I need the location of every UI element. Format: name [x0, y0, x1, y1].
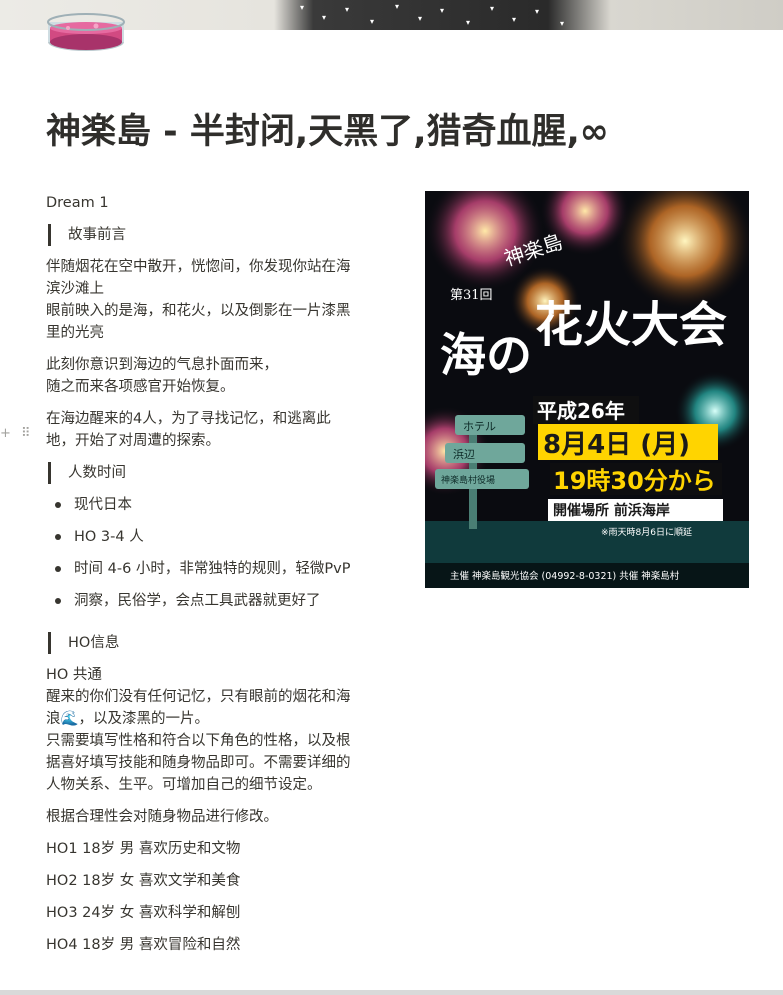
- ho-item[interactable]: HO1 18岁 男 喜欢历史和文物: [46, 838, 386, 860]
- cat-silhouette-icon: ▾: [300, 3, 305, 12]
- poster-time: 19時30分から: [553, 467, 716, 495]
- poster-edition: 第31回: [450, 288, 493, 303]
- story-paragraph-2[interactable]: 此刻你意识到海边的气息扑面而来， 随之而来各项感官开始恢复。: [46, 354, 386, 398]
- bullet-list: 现代日本 HO 3-4 人 时间 4-6 小时，非常独特的规则，轻微PvP 洞察…: [46, 494, 386, 622]
- story-paragraph-1[interactable]: 伴随烟花在空中散开，恍惚间，你发现你站在海 滨沙滩上 眼前映入的是海，和花火，以…: [46, 256, 386, 344]
- cat-silhouette-icon: ▾: [440, 6, 445, 15]
- poster-title-1: 海の: [440, 328, 532, 382]
- page-body: Dream 1 故事前言 伴随烟花在空中散开，恍惚间，你发现你站在海 滨沙滩上 …: [46, 192, 386, 966]
- intro-text[interactable]: Dream 1: [46, 192, 386, 214]
- section-heading-story[interactable]: 故事前言: [48, 224, 386, 246]
- cat-silhouette-icon: ▾: [322, 13, 327, 22]
- cat-silhouette-icon: ▾: [395, 2, 400, 11]
- poster-sign-3: 神楽島村役場: [441, 474, 495, 486]
- text-line: 人物关系、生平。可增加自己的细节设定。: [46, 777, 322, 793]
- text-line: 地，开始了对周遭的探索。: [46, 433, 220, 449]
- cat-silhouette-icon: ▾: [535, 7, 540, 16]
- story-paragraph-3[interactable]: 在海边醒来的4人，为了寻找记忆，和逃离此 地，开始了对周遭的探索。: [46, 408, 386, 452]
- text-line: 滨沙滩上: [46, 281, 104, 297]
- poster-venue: 開催場所 前浜海岸: [553, 502, 670, 519]
- drag-handle-icon[interactable]: + ⠿: [0, 424, 34, 444]
- festival-poster-image[interactable]: 第31回 神楽島 海の 花火大会 平成26年 8月4日 (月) 19時30分から…: [425, 191, 749, 588]
- cat-silhouette-icon: ▾: [490, 4, 495, 13]
- cat-silhouette-icon: ▾: [370, 17, 375, 26]
- page-title[interactable]: 神楽島 - 半封闭,天黑了,猎奇血腥,∞: [46, 110, 746, 154]
- cat-silhouette-icon: ▾: [418, 14, 423, 23]
- section-heading-ho[interactable]: HO信息: [48, 632, 386, 654]
- cat-silhouette-icon: ▾: [560, 19, 565, 28]
- text-line: 眼前映入的是海，和花火，以及倒影在一片漆黑: [46, 303, 351, 319]
- cat-silhouette-icon: ▾: [345, 5, 350, 14]
- list-item[interactable]: 洞察，民俗学，会点工具武器就更好了: [46, 590, 386, 622]
- poster-sign-1: ホテル: [463, 420, 496, 433]
- ho-item[interactable]: HO3 24岁 女 喜欢科学和解刨: [46, 902, 386, 924]
- text-line: HO 共通: [46, 667, 102, 683]
- poster-title-2: 花火大会: [535, 297, 727, 353]
- section-heading-players[interactable]: 人数时间: [48, 462, 386, 484]
- ho-item[interactable]: HO4 18岁 男 喜欢冒险和自然: [46, 934, 386, 956]
- poster-sponsor: 主催 神楽島観光協会 (04992-8-0321) 共催 神楽島村: [450, 570, 680, 582]
- window-bottom-edge: [0, 990, 783, 995]
- cat-silhouette-icon: ▾: [466, 18, 471, 27]
- ho-note[interactable]: 根据合理性会对随身物品进行修改。: [46, 806, 386, 828]
- text-line: 浪🌊，以及漆黑的一片。: [46, 711, 210, 727]
- poster-date: 8月4日 (月): [543, 430, 690, 460]
- text-line: 伴随烟花在空中散开，恍惚间，你发现你站在海: [46, 259, 351, 275]
- ho-item[interactable]: HO2 18岁 女 喜欢文学和美食: [46, 870, 386, 892]
- text-line: 据喜好填写技能和随身物品即可。不需要详细的: [46, 755, 351, 771]
- cat-silhouette-icon: ▾: [512, 15, 517, 24]
- ho-common-paragraph[interactable]: HO 共通 醒来的你们没有任何记忆，只有眼前的烟花和海 浪🌊，以及漆黑的一片。 …: [46, 664, 386, 796]
- text-line: 只需要填写性格和符合以下角色的性格，以及根: [46, 733, 351, 749]
- list-item[interactable]: 现代日本: [46, 494, 386, 526]
- text-line: 在海边醒来的4人，为了寻找记忆，和逃离此: [46, 411, 331, 427]
- poster-sign-2: 浜辺: [453, 448, 475, 461]
- poster-year: 平成26年: [537, 399, 625, 423]
- petri-dish-icon[interactable]: [46, 12, 126, 54]
- list-item[interactable]: HO 3-4 人: [46, 526, 386, 558]
- text-line: 里的光亮: [46, 325, 104, 341]
- text-line: 醒来的你们没有任何记忆，只有眼前的烟花和海: [46, 689, 351, 705]
- text-line: 随之而来各项感官开始恢复。: [46, 379, 235, 395]
- list-item[interactable]: 时间 4-6 小时，非常独特的规则，轻微PvP: [46, 558, 386, 590]
- poster-rain-note: ※雨天時8月6日に順延: [601, 526, 692, 538]
- text-line: 此刻你意识到海边的气息扑面而来，: [46, 357, 278, 373]
